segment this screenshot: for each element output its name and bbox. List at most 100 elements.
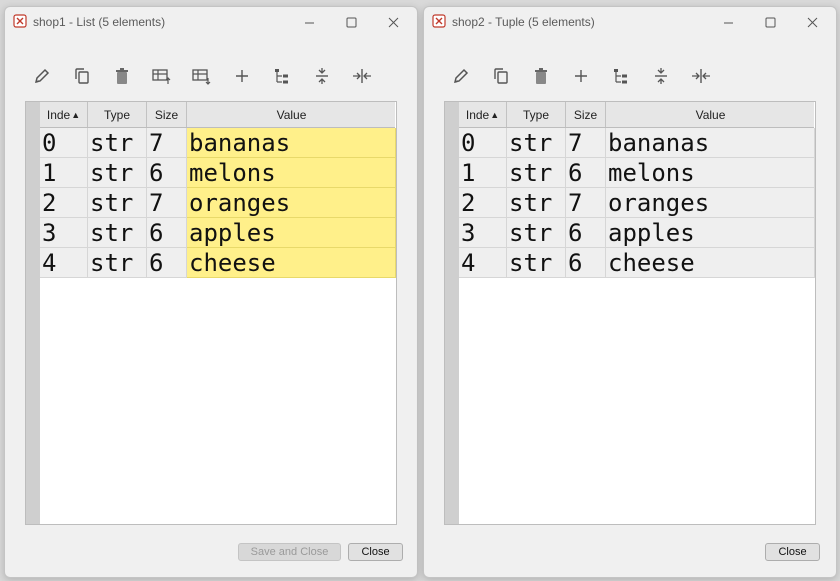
index-cell[interactable]: 1 xyxy=(459,158,507,188)
size-cell[interactable]: 7 xyxy=(566,188,606,218)
table-row[interactable]: 3 str 6 apples xyxy=(445,218,815,248)
column-header-type[interactable]: Type xyxy=(88,102,147,127)
add-button[interactable] xyxy=(568,63,594,89)
window-title: shop1 - List (5 elements) xyxy=(33,15,166,29)
column-header-value[interactable]: Value xyxy=(187,102,396,127)
size-cell[interactable]: 7 xyxy=(566,128,606,158)
value-cell[interactable]: apples xyxy=(606,218,815,248)
table-row[interactable]: 3 str 6 apples xyxy=(26,218,396,248)
row-header[interactable] xyxy=(445,158,459,188)
size-cell[interactable]: 6 xyxy=(147,218,187,248)
index-cell[interactable]: 1 xyxy=(40,158,88,188)
resize-columns-button[interactable] xyxy=(349,63,375,89)
index-cell[interactable]: 0 xyxy=(459,128,507,158)
value-cell[interactable]: apples xyxy=(187,218,396,248)
resize-columns-button[interactable] xyxy=(688,63,714,89)
close-window-button[interactable] xyxy=(792,9,832,35)
type-cell[interactable]: str xyxy=(88,128,147,158)
row-header[interactable] xyxy=(26,188,40,218)
tree-button[interactable] xyxy=(608,63,634,89)
value-cell[interactable]: cheese xyxy=(187,248,396,278)
index-cell[interactable]: 3 xyxy=(459,218,507,248)
row-header[interactable] xyxy=(445,248,459,278)
type-cell[interactable]: str xyxy=(88,218,147,248)
index-cell[interactable]: 3 xyxy=(40,218,88,248)
column-header-size[interactable]: Size xyxy=(566,102,606,127)
value-cell[interactable]: oranges xyxy=(187,188,396,218)
row-header[interactable] xyxy=(445,128,459,158)
minimize-button[interactable] xyxy=(708,9,748,35)
table-row[interactable]: 4 str 6 cheese xyxy=(26,248,396,278)
table-row[interactable]: 1 str 6 melons xyxy=(26,158,396,188)
minimize-button[interactable] xyxy=(289,9,329,35)
size-cell[interactable]: 6 xyxy=(147,248,187,278)
close-window-button[interactable] xyxy=(373,9,413,35)
minimize-icon xyxy=(723,22,733,23)
table-row[interactable]: 0 str 7 bananas xyxy=(26,128,396,158)
type-cell[interactable]: str xyxy=(507,188,566,218)
column-header-index[interactable]: Inde ▲ xyxy=(40,102,88,127)
table-row[interactable]: 1 str 6 melons xyxy=(445,158,815,188)
row-header[interactable] xyxy=(26,128,40,158)
edit-button[interactable] xyxy=(448,63,474,89)
copy-button[interactable] xyxy=(488,63,514,89)
size-cell[interactable]: 6 xyxy=(566,218,606,248)
type-cell[interactable]: str xyxy=(507,248,566,278)
add-button[interactable] xyxy=(229,63,255,89)
close-button[interactable]: Close xyxy=(765,543,820,561)
index-cell[interactable]: 2 xyxy=(40,188,88,218)
type-cell[interactable]: str xyxy=(88,248,147,278)
maximize-icon xyxy=(765,17,775,27)
size-cell[interactable]: 7 xyxy=(147,128,187,158)
column-header-index[interactable]: Inde ▲ xyxy=(459,102,507,127)
size-cell[interactable]: 6 xyxy=(147,158,187,188)
type-cell[interactable]: str xyxy=(507,218,566,248)
table-body: 0 str 7 bananas 1 str 6 melons 2 str 7 o… xyxy=(26,128,396,278)
table-row[interactable]: 2 str 7 oranges xyxy=(26,188,396,218)
table-row[interactable]: 4 str 6 cheese xyxy=(445,248,815,278)
value-cell[interactable]: bananas xyxy=(606,128,815,158)
title-bar[interactable]: shop2 - Tuple (5 elements) xyxy=(424,7,836,37)
collapse-button[interactable] xyxy=(309,63,335,89)
size-cell[interactable]: 7 xyxy=(147,188,187,218)
type-cell[interactable]: str xyxy=(88,188,147,218)
type-cell[interactable]: str xyxy=(507,158,566,188)
row-header[interactable] xyxy=(445,218,459,248)
delete-button[interactable] xyxy=(528,63,554,89)
app-icon xyxy=(432,14,446,28)
row-header[interactable] xyxy=(26,158,40,188)
edit-button[interactable] xyxy=(29,63,55,89)
row-header[interactable] xyxy=(445,188,459,218)
column-header-size[interactable]: Size xyxy=(147,102,187,127)
maximize-button[interactable] xyxy=(331,9,371,35)
maximize-button[interactable] xyxy=(750,9,790,35)
insert-below-button[interactable] xyxy=(189,63,215,89)
column-header-type[interactable]: Type xyxy=(507,102,566,127)
index-cell[interactable]: 4 xyxy=(459,248,507,278)
table-row[interactable]: 2 str 7 oranges xyxy=(445,188,815,218)
size-cell[interactable]: 6 xyxy=(566,158,606,188)
type-cell[interactable]: str xyxy=(88,158,147,188)
type-cell[interactable]: str xyxy=(507,128,566,158)
value-cell[interactable]: cheese xyxy=(606,248,815,278)
value-cell[interactable]: melons xyxy=(606,158,815,188)
close-button[interactable]: Close xyxy=(348,543,403,561)
index-cell[interactable]: 0 xyxy=(40,128,88,158)
value-cell[interactable]: bananas xyxy=(187,128,396,158)
column-header-value[interactable]: Value xyxy=(606,102,815,127)
copy-button[interactable] xyxy=(69,63,95,89)
title-bar[interactable]: shop1 - List (5 elements) xyxy=(5,7,417,37)
insert-above-button[interactable] xyxy=(149,63,175,89)
save-and-close-button[interactable]: Save and Close xyxy=(238,543,341,561)
table-row[interactable]: 0 str 7 bananas xyxy=(445,128,815,158)
row-header[interactable] xyxy=(26,218,40,248)
tree-button[interactable] xyxy=(269,63,295,89)
value-cell[interactable]: oranges xyxy=(606,188,815,218)
index-cell[interactable]: 2 xyxy=(459,188,507,218)
index-cell[interactable]: 4 xyxy=(40,248,88,278)
row-header[interactable] xyxy=(26,248,40,278)
collapse-button[interactable] xyxy=(648,63,674,89)
delete-button[interactable] xyxy=(109,63,135,89)
size-cell[interactable]: 6 xyxy=(566,248,606,278)
value-cell[interactable]: melons xyxy=(187,158,396,188)
